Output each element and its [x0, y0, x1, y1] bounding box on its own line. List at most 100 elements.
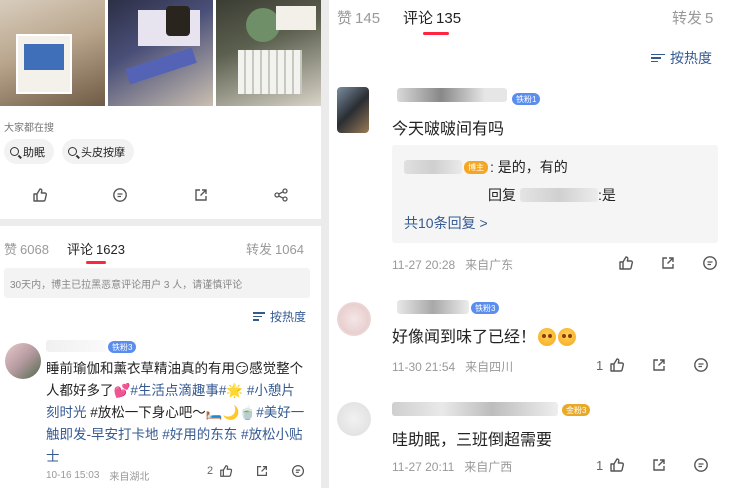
username-blurred[interactable] [397, 300, 469, 314]
avatar[interactable] [337, 302, 371, 336]
tab-likes-label: 赞 [337, 9, 353, 27]
comment-text-segment: #放松一下身心吧～🛏️🌙🍵 [86, 405, 257, 420]
active-tab-indicator [423, 32, 449, 35]
tab-likes[interactable]: 赞 145 [337, 7, 380, 28]
reply-prefix: 回复 [488, 187, 516, 203]
reply-text: :是 [598, 187, 616, 203]
username-blurred[interactable] [392, 402, 558, 416]
share-out-icon[interactable] [660, 255, 676, 271]
comment-time: 11-27 20:11 [392, 459, 455, 474]
sort-lines-icon [253, 312, 265, 321]
tab-comments-label: 评论 [67, 241, 94, 257]
left-post-panel: 大家都在搜 助眠 头皮按摩 赞 6068 评论 1623 转发 1064 30天内，博… [0, 0, 321, 488]
like-count: 1 [596, 457, 604, 473]
like-thumb-icon[interactable] [609, 457, 625, 473]
share-network-icon[interactable] [271, 185, 291, 205]
comment-text: 好像闻到味了已经！ [392, 323, 577, 347]
comment-meta: 11-27 20:11 来自广西 [392, 458, 512, 475]
comment-text-body: 好像闻到味了已经！ [392, 329, 537, 346]
sort-by-popularity[interactable]: 按热度 [253, 308, 306, 325]
hashtag-link[interactable]: #好用的东东 [162, 427, 237, 442]
product-image-1[interactable] [0, 0, 105, 106]
comment-bubble-icon[interactable] [693, 357, 709, 373]
tab-comments-count: 1623 [96, 241, 125, 257]
share-out-icon[interactable] [651, 457, 667, 473]
emoji-icon [538, 328, 557, 346]
tab-shares-label: 转发 [672, 9, 703, 27]
fan-badge: 铁粉3 [471, 302, 500, 314]
comment-bubble-icon[interactable] [291, 464, 305, 478]
tab-shares[interactable]: 转发 1064 [246, 239, 304, 258]
search-icon [10, 147, 19, 156]
trending-search-label: 大家都在搜 [4, 123, 54, 134]
product-image-3[interactable] [216, 0, 321, 106]
engagement-tabs: 赞 145 评论 135 转发 5 [329, 6, 729, 35]
tab-shares-count: 1064 [275, 241, 304, 257]
comment-bubble-icon[interactable] [693, 457, 709, 473]
comment-meta: 11-27 20:28 来自广东 [392, 256, 513, 273]
tab-shares-label: 转发 [246, 241, 273, 257]
search-chip[interactable]: 头皮按摩 [62, 139, 134, 164]
tab-comments[interactable]: 评论 135 [403, 7, 461, 28]
tab-comments-count: 135 [436, 9, 462, 27]
sort-label: 按热度 [670, 50, 712, 66]
tab-shares[interactable]: 转发 5 [672, 7, 713, 28]
reply-text: : 是的，有的 [490, 159, 568, 175]
hashtag-link[interactable]: #生活点滴趣事#🌟 [130, 383, 243, 398]
tab-comments[interactable]: 评论 1623 [67, 239, 125, 258]
search-chip[interactable]: 助眠 [4, 139, 54, 164]
username-blurred[interactable] [46, 340, 106, 352]
sort-lines-icon [651, 53, 665, 63]
reply-item: 回复 :是 [488, 185, 616, 205]
like-thumb-icon[interactable] [609, 357, 625, 373]
trending-search-chips: 助眠 头皮按摩 [4, 139, 134, 164]
active-tab-indicator [86, 261, 106, 264]
comment-meta: 11-30 21:54 来自四川 [392, 358, 513, 375]
comment-location: 来自广东 [465, 258, 514, 272]
search-chip-label: 头皮按摩 [81, 146, 125, 159]
share-out-icon[interactable] [191, 185, 211, 205]
view-more-replies[interactable]: 共10条回复 > [404, 213, 488, 233]
emoji-icon [558, 328, 577, 346]
comment-text: 哇助眠，三班倒超需要 [392, 432, 553, 449]
like-count: 1 [596, 357, 604, 373]
like-thumb-icon[interactable] [219, 464, 233, 478]
like-thumb-icon[interactable] [618, 255, 634, 271]
reply-author-blurred[interactable] [404, 160, 462, 174]
comment-time: 11-30 21:54 [392, 359, 456, 374]
avatar[interactable] [337, 402, 371, 436]
tab-likes-label: 赞 [4, 241, 18, 257]
reply-thread: 博主 : 是的，有的 回复 :是 共10条回复 > [392, 145, 718, 243]
fan-badge: 铁粉1 [512, 93, 541, 105]
avatar[interactable] [5, 343, 41, 379]
search-chip-label: 助眠 [23, 146, 45, 159]
sort-by-popularity[interactable]: 按热度 [651, 48, 712, 68]
comment-actions: 1 [596, 357, 709, 373]
right-comments-panel: 赞 145 评论 135 转发 5 按热度 铁粉1 今天啵啵间有吗 博主 : 是的，有… [329, 0, 729, 488]
reply-item: 博主 : 是的，有的 [404, 157, 568, 177]
comment-location: 来自广西 [464, 460, 513, 474]
fan-badge: 金粉3 [562, 404, 591, 416]
comment-time: 10-16 15:03 [46, 470, 100, 481]
comment-time: 11-27 20:28 [392, 257, 456, 272]
tab-likes-count: 6068 [20, 241, 49, 257]
comment-location: 来自湖北 [109, 472, 150, 483]
like-count: 2 [207, 465, 214, 477]
share-out-icon[interactable] [255, 464, 269, 478]
comment-actions [612, 255, 718, 271]
engagement-tabs: 赞 6068 评论 1623 转发 1064 [0, 237, 321, 264]
like-thumb-icon[interactable] [30, 185, 50, 205]
share-out-icon[interactable] [651, 357, 667, 373]
comment-bubble-icon[interactable] [702, 255, 718, 271]
fan-badge: 铁粉3 [108, 341, 137, 353]
comment-bubble-icon[interactable] [110, 185, 130, 205]
tab-likes[interactable]: 赞 6068 [4, 239, 49, 258]
comment-text: 睡前瑜伽和薰衣草精油真的有用😏感觉整个人都好多了💕#生活点滴趣事#🌟 #小憩片刻… [46, 358, 308, 468]
reply-target-blurred[interactable] [520, 188, 598, 202]
comment-actions: 1 [596, 457, 709, 473]
author-badge: 博主 [464, 160, 488, 174]
avatar[interactable] [337, 87, 369, 133]
username-blurred[interactable] [397, 88, 507, 102]
product-image-2[interactable] [108, 0, 213, 106]
section-divider [0, 219, 321, 226]
